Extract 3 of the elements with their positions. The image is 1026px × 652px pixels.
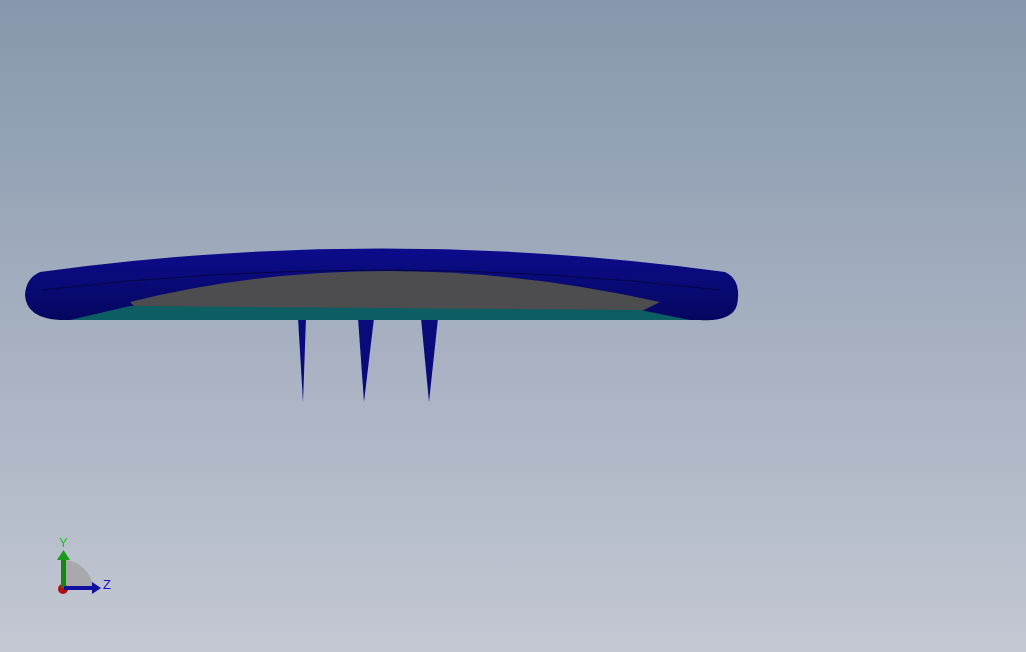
triad-drawing: [57, 550, 101, 594]
z-axis-label: Z: [103, 577, 111, 592]
y-axis-label: Y: [59, 535, 68, 550]
